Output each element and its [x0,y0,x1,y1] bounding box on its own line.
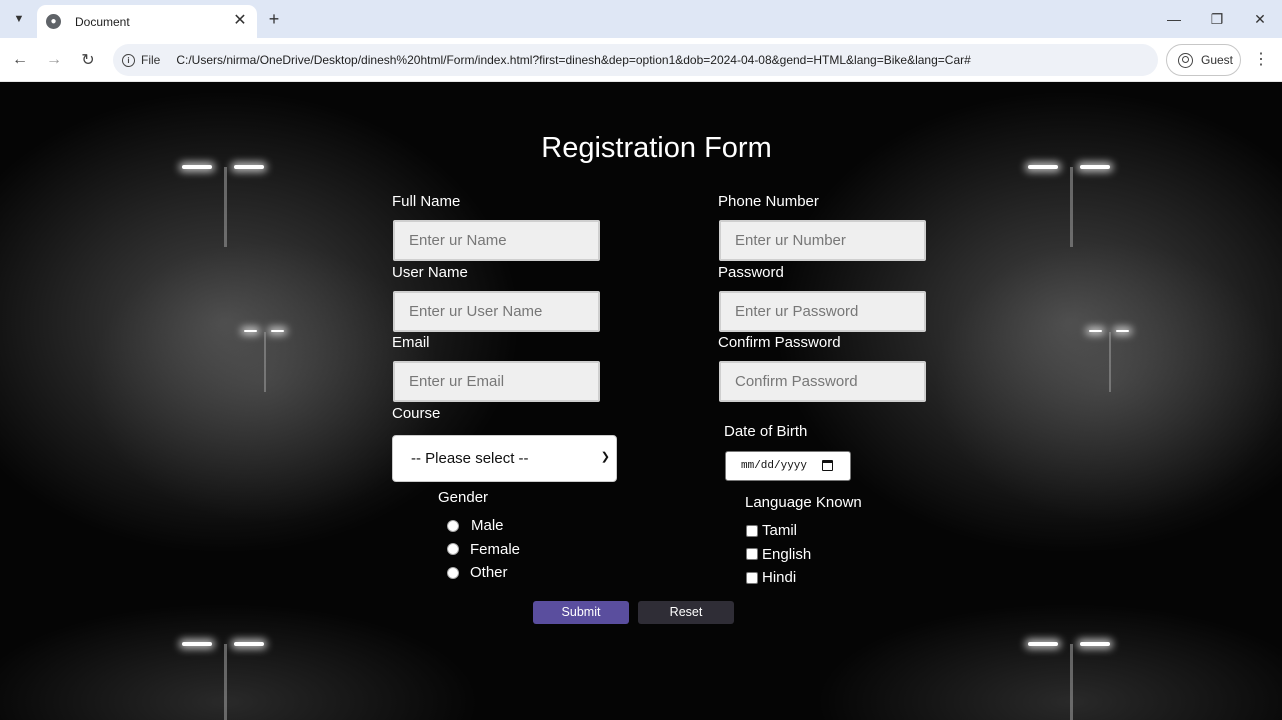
page-background: Registration Form Full Name User Name Em… [0,82,1282,720]
language-label: Language Known [745,494,862,511]
reset-button[interactable]: Reset [638,601,734,624]
user-name-input[interactable] [393,291,600,332]
close-window-icon[interactable]: ✕ [1245,8,1275,30]
gender-other-radio[interactable] [447,567,459,579]
close-tab-icon[interactable]: ✕ [232,13,248,29]
street-lamp-image [1028,642,1118,720]
language-english-label: English [762,546,812,563]
submit-button[interactable]: Submit [533,601,629,624]
dob-date-input[interactable]: mm/dd/yyyy [725,451,851,481]
globe-icon: ● [46,14,61,29]
gender-female-label: Female [470,541,521,558]
language-english-checkbox[interactable] [746,548,758,560]
calendar-icon[interactable] [822,460,833,471]
password-input[interactable] [719,291,926,332]
back-arrow-icon[interactable]: ← [8,48,32,72]
chevron-down-icon: ❯ [600,451,610,463]
full-name-label: Full Name [392,193,461,210]
tab-search-chevron-icon[interactable]: ▼ [8,8,30,30]
street-lamp-image [1028,165,1118,247]
gender-male-label: Male [471,517,504,534]
gender-female-radio[interactable] [447,543,459,555]
user-name-label: User Name [392,264,468,281]
browser-toolbar: ← → ↻ i File C:/Users/nirma/OneDrive/Des… [0,38,1282,82]
tab-title: Document [75,14,130,29]
gender-other-label: Other [470,564,508,581]
reload-icon[interactable]: ↻ [76,48,100,72]
course-select[interactable]: -- Please select -- ❯ [392,435,617,482]
dob-label: Date of Birth [724,423,808,440]
tab-document[interactable]: ● Document ✕ [37,5,257,38]
forward-arrow-icon[interactable]: → [42,48,66,72]
new-tab-button[interactable]: + [264,8,284,30]
site-info-chip[interactable]: i File [122,53,160,67]
form-title: Registration Form [541,132,772,164]
confirm-password-input[interactable] [719,361,926,402]
phone-input[interactable] [719,220,926,261]
course-label: Course [392,405,441,422]
file-label: File [141,53,161,67]
profile-button[interactable]: Guest [1166,44,1241,76]
minimize-icon[interactable]: — [1159,8,1189,30]
street-lamp-image [244,330,289,410]
restore-icon[interactable]: ❐ [1202,8,1232,30]
email-label: Email [392,334,430,351]
person-icon [1178,52,1193,68]
dob-value: mm/dd/yyyy [741,460,808,472]
language-hindi-checkbox[interactable] [746,572,758,584]
street-lamp-image [182,642,272,720]
full-name-input[interactable] [393,220,600,261]
course-selected-value: -- Please select -- [411,450,529,467]
password-label: Password [718,264,784,281]
confirm-password-label: Confirm Password [718,334,841,351]
language-hindi-label: Hindi [762,569,797,586]
street-lamp-image [1089,330,1134,410]
email-input[interactable] [393,361,600,402]
info-icon: i [122,53,135,67]
more-menu-icon[interactable]: ⋮ [1252,48,1270,72]
profile-label: Guest [1201,53,1234,67]
gender-male-radio[interactable] [447,520,459,532]
url-text[interactable]: C:/Users/nirma/OneDrive/Desktop/dinesh%2… [176,53,970,67]
tab-strip: ▼ ● Document ✕ + — ❐ ✕ [0,0,1282,38]
gender-label: Gender [438,489,489,506]
street-lamp-image [182,165,272,247]
address-bar[interactable]: i File C:/Users/nirma/OneDrive/Desktop/d… [113,44,1158,76]
language-tamil-label: Tamil [762,522,798,539]
language-tamil-checkbox[interactable] [746,525,758,537]
phone-label: Phone Number [718,193,819,210]
